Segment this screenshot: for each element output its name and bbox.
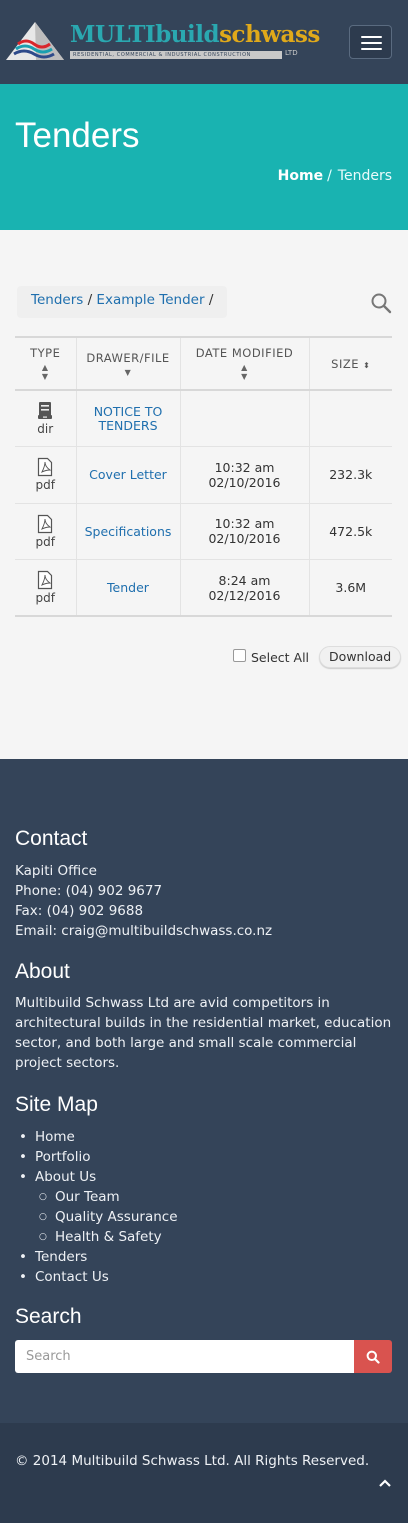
file-actions: Select All Download [233, 644, 402, 670]
file-path-breadcrumb: Tenders / Example Tender / [17, 286, 228, 318]
search-icon[interactable] [370, 292, 392, 314]
path-root-link[interactable]: Tenders [31, 292, 83, 308]
sort-icon: ▲ ▼ [241, 363, 248, 381]
breadcrumb-separator: / [327, 168, 332, 184]
copyright-text: © 2014 Multibuild Schwass Ltd. All Right… [15, 1453, 370, 1469]
column-header-name[interactable]: DRAWER/FILE ▼ [76, 336, 181, 391]
sitemap-link-team[interactable]: Our Team [35, 1187, 178, 1207]
search-icon [366, 1350, 380, 1364]
hamburger-icon [361, 48, 382, 50]
modified-cell: 10:32 am 02/10/2016 [180, 446, 310, 504]
file-link[interactable]: Cover Letter [89, 467, 167, 482]
site-logo[interactable]: MULTIbuildschwass RESIDENTIAL, COMMERCIA… [6, 20, 320, 66]
sitemap-sublist: Our Team Quality Assurance Health & Safe… [35, 1187, 178, 1247]
hamburger-icon [361, 36, 382, 38]
phone-number: Phone: (04) 902 9677 [15, 883, 163, 899]
modified-cell: 10:32 am 02/10/2016 [180, 503, 310, 560]
sort-icon: ▲ ▼ [41, 363, 49, 381]
size-cell [309, 390, 392, 447]
file-link[interactable]: NOTICE TO TENDERS [77, 404, 180, 433]
column-header-modified[interactable]: DATE MODIFIED ▲ ▼ [180, 336, 310, 391]
breadcrumb: Home / Tenders [278, 168, 392, 184]
about-heading: About [15, 960, 70, 983]
fax-number: Fax: (04) 902 9688 [15, 903, 144, 919]
pdf-icon [38, 570, 53, 590]
file-type-label: pdf [35, 478, 55, 493]
page-title: Tenders [15, 116, 140, 155]
drawer-icon [38, 402, 53, 419]
breadcrumb-current: Tenders [337, 168, 392, 184]
office-name: Kapiti Office [15, 863, 97, 879]
site-footer: Contact Kapiti Office Phone: (04) 902 96… [0, 759, 408, 1423]
path-separator: / [83, 292, 97, 308]
file-type-label: pdf [35, 591, 55, 605]
column-header-type[interactable]: TYPE ▲ ▼ [15, 336, 77, 391]
menu-toggle-button[interactable] [349, 25, 392, 59]
sitemap-list: Home Portfolio About Us Our Team Quality… [15, 1127, 178, 1287]
search-heading: Search [15, 1305, 82, 1328]
page-banner: Tenders Home / Tenders [0, 84, 408, 230]
table-row[interactable]: dir NOTICE TO TENDERS [15, 390, 392, 447]
sitemap-link-portfolio[interactable]: Portfolio [15, 1147, 178, 1167]
chevron-up-icon[interactable] [377, 1477, 393, 1489]
logo-suffix: LTD [285, 49, 298, 57]
file-link[interactable]: Tender [107, 580, 149, 595]
logo-pyramid-icon [6, 22, 64, 60]
modified-cell: 8:24 am 02/12/2016 [180, 559, 310, 617]
column-header-size[interactable]: SIZE ⬍ [309, 336, 392, 391]
file-type-label: pdf [35, 534, 55, 549]
sort-icon: ⬍ [363, 360, 371, 370]
sitemap-link-quality[interactable]: Quality Assurance [35, 1207, 178, 1227]
table-row[interactable]: pdf Cover Letter 10:32 am 02/10/2016 232.… [15, 446, 392, 504]
email-address[interactable]: Email: craig@multibuildschwass.co.nz [15, 921, 272, 941]
sort-desc-icon: ▼ [124, 367, 132, 377]
sitemap-heading: Site Map [15, 1093, 98, 1116]
table-row[interactable]: pdf Specifications 10:32 am 02/10/2016 47… [15, 503, 392, 560]
path-separator: / [204, 292, 214, 308]
pdf-icon [38, 458, 53, 477]
copyright-bar: © 2014 Multibuild Schwass Ltd. All Right… [0, 1423, 408, 1523]
sitemap-link-about[interactable]: About Us Our Team Quality Assurance Heal… [15, 1167, 178, 1247]
download-button[interactable]: Download [319, 646, 402, 668]
file-type-label: dir [37, 422, 54, 436]
contact-heading: Contact [15, 827, 88, 850]
path-folder-link[interactable]: Example Tender [96, 292, 204, 308]
pdf-icon [38, 514, 53, 533]
file-link[interactable]: Specifications [85, 524, 172, 539]
contact-details: Kapiti Office Phone: (04) 902 9677 Fax: … [15, 861, 272, 941]
breadcrumb-home-link[interactable]: Home [278, 168, 323, 184]
top-navbar: MULTIbuildschwass RESIDENTIAL, COMMERCIA… [0, 0, 408, 84]
logo-tagline: RESIDENTIAL, COMMERCIAL & INDUSTRIAL CON… [70, 51, 282, 59]
sitemap-link-contact[interactable]: Contact Us [15, 1267, 178, 1287]
table-row[interactable]: pdf Tender 8:24 am 02/12/2016 3.6M [15, 559, 392, 617]
size-cell: 472.5k [309, 503, 392, 560]
sitemap-link-health[interactable]: Health & Safety [35, 1227, 178, 1247]
select-all-checkbox[interactable] [233, 649, 246, 662]
about-text: Multibuild Schwass Ltd are avid competit… [15, 995, 392, 1071]
size-cell: 3.6M [309, 559, 392, 617]
file-table: TYPE ▲ ▼ DRAWER/FILE ▼ DATE MODIFIED ▲ ▼ SIZE… [15, 336, 392, 617]
size-cell: 232.3k [309, 446, 392, 504]
sitemap-link-home[interactable]: Home [15, 1127, 178, 1147]
main-content: Tenders / Example Tender / TYPE ▲ ▼ DRAWER… [0, 230, 408, 759]
hamburger-icon [361, 42, 382, 44]
select-all-label[interactable]: Select All [251, 650, 309, 665]
footer-search-input[interactable]: Search [15, 1340, 355, 1373]
sitemap-link-tenders[interactable]: Tenders [15, 1247, 178, 1267]
logo-wordmark: MULTIbuildschwass [70, 21, 320, 48]
footer-search-button[interactable] [354, 1340, 392, 1373]
modified-cell [180, 390, 310, 447]
